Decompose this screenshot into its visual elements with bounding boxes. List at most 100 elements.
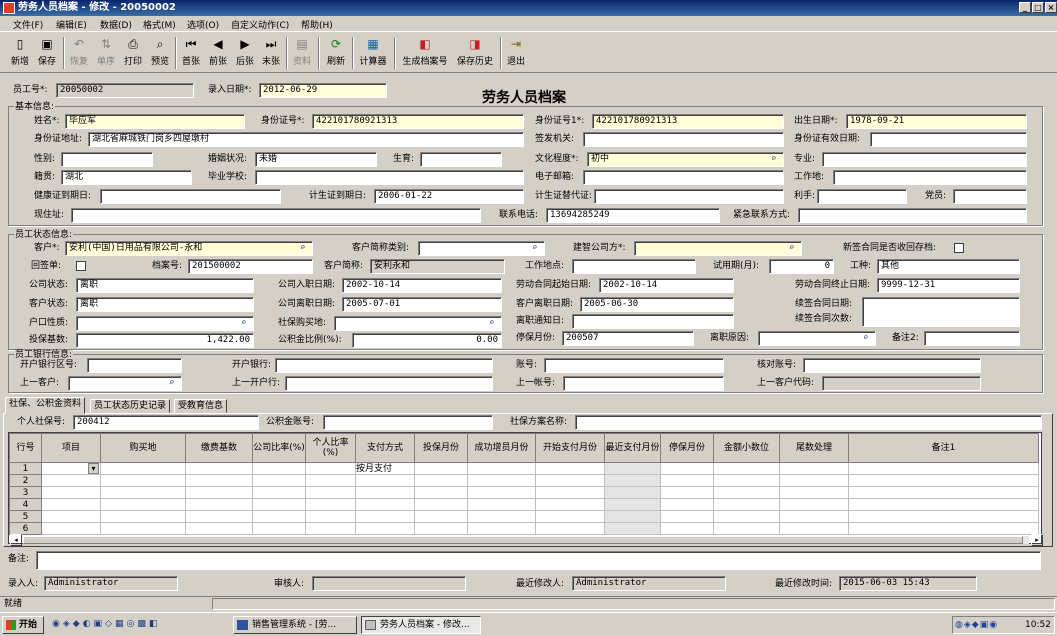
table-cell[interactable] xyxy=(535,522,605,535)
table-cell[interactable] xyxy=(355,498,415,511)
table-cell[interactable] xyxy=(100,486,186,499)
col-header[interactable]: 最近支付月份 xyxy=(604,433,661,463)
table-cell[interactable] xyxy=(185,462,253,475)
table-row[interactable]: 4 xyxy=(9,498,1039,511)
base-field[interactable]: 1,422.00 xyxy=(76,333,254,348)
remark2-field[interactable] xyxy=(924,331,1020,346)
col-header[interactable]: 公司比率(%) xyxy=(252,433,306,463)
taskbar-task-labor[interactable]: 劳务人员档案 - 修改... xyxy=(361,616,481,634)
prevacct-field[interactable] xyxy=(563,376,724,391)
table-row[interactable]: 3 xyxy=(9,486,1039,499)
fundno-field[interactable] xyxy=(323,415,493,430)
table-cell[interactable] xyxy=(660,498,714,511)
preview-button[interactable]: ⌕ 预览 xyxy=(148,35,172,71)
table-cell[interactable]: ▾ xyxy=(41,462,101,475)
prev-record-button[interactable]: ◀ 前张 xyxy=(206,35,230,71)
table-cell[interactable] xyxy=(660,510,714,523)
table-cell[interactable] xyxy=(414,522,468,535)
table-cell[interactable] xyxy=(355,474,415,487)
ssno-field[interactable]: 200412 xyxy=(73,415,259,430)
table-cell[interactable] xyxy=(535,498,605,511)
dropdown-arrow-icon[interactable]: ▾ xyxy=(88,463,99,474)
calculator-button[interactable]: ▦ 计算器 xyxy=(356,35,390,71)
undo-button[interactable]: ↶ 恢复 xyxy=(67,35,91,71)
lookup-icon[interactable]: ⌕ xyxy=(863,333,874,344)
table-cell[interactable] xyxy=(604,510,661,523)
table-cell[interactable] xyxy=(848,474,1039,487)
save-history-button[interactable]: ◨ 保存历史 xyxy=(454,35,496,71)
table-cell[interactable] xyxy=(355,522,415,535)
table-row[interactable]: 1 ▾ 按月支付 xyxy=(9,462,1039,475)
table-cell[interactable] xyxy=(779,510,849,523)
name-field[interactable]: 毕应军 xyxy=(65,114,245,129)
table-cell[interactable] xyxy=(185,486,253,499)
workplace-field[interactable] xyxy=(833,170,1027,185)
custleave-field[interactable]: 2005-06-30 xyxy=(580,297,734,312)
table-cell[interactable] xyxy=(414,498,468,511)
new-button[interactable]: ▯ 新增 xyxy=(8,35,32,71)
jobtype-field[interactable]: 其他 xyxy=(877,259,1020,274)
lookup-icon[interactable]: ⌕ xyxy=(300,243,311,254)
entry-date-field[interactable]: 2012-06-29 xyxy=(259,83,387,98)
table-cell[interactable] xyxy=(414,462,468,475)
table-cell[interactable] xyxy=(305,462,356,475)
id-valid-field[interactable] xyxy=(870,132,1027,147)
stopmonth-field[interactable]: 200507 xyxy=(562,331,694,346)
fundratio-field[interactable]: 0.00 xyxy=(352,333,502,348)
table-cell[interactable] xyxy=(305,510,356,523)
table-cell[interactable] xyxy=(305,522,356,535)
grid-scroll-right[interactable]: ▸ xyxy=(1031,534,1043,546)
table-row[interactable]: 5 xyxy=(9,510,1039,523)
table-cell[interactable] xyxy=(848,462,1039,475)
table-cell[interactable] xyxy=(41,510,101,523)
table-cell[interactable] xyxy=(604,522,661,535)
cstate-field[interactable]: 离职 xyxy=(76,278,254,293)
table-cell[interactable] xyxy=(41,522,101,535)
hukou-field[interactable]: ⌕ xyxy=(76,316,254,331)
table-cell[interactable] xyxy=(713,510,780,523)
table-cell[interactable] xyxy=(414,486,468,499)
start-button[interactable]: 开始 xyxy=(2,616,44,634)
exit-button[interactable]: ⇥ 退出 xyxy=(504,35,528,71)
custabbr-field[interactable]: 安利永和 xyxy=(370,259,505,274)
table-cell[interactable] xyxy=(779,474,849,487)
table-cell[interactable] xyxy=(355,510,415,523)
plan-field[interactable] xyxy=(575,415,1042,430)
table-cell[interactable] xyxy=(535,510,605,523)
table-cell[interactable] xyxy=(185,510,253,523)
ssplace-field[interactable]: ⌕ xyxy=(334,316,502,331)
col-header[interactable]: 金额小数位 xyxy=(713,433,780,463)
table-cell[interactable] xyxy=(414,510,468,523)
returnform-checkbox[interactable] xyxy=(76,261,86,271)
table-cell[interactable] xyxy=(252,474,306,487)
table-cell[interactable] xyxy=(100,462,186,475)
probation-field[interactable]: 0 xyxy=(769,259,834,274)
col-header[interactable]: 停保月份 xyxy=(660,433,714,463)
table-cell[interactable] xyxy=(252,462,306,475)
phone-field[interactable]: 13694285249 xyxy=(546,208,720,223)
email-field[interactable] xyxy=(583,170,784,185)
col-header[interactable]: 投保月份 xyxy=(414,433,468,463)
table-cell[interactable]: 按月支付 xyxy=(355,462,415,475)
col-header[interactable]: 备注1 xyxy=(848,433,1039,463)
table-cell[interactable] xyxy=(713,462,780,475)
native-field[interactable]: 湖北 xyxy=(61,170,192,185)
table-cell[interactable] xyxy=(604,462,661,475)
table-cell[interactable] xyxy=(779,522,849,535)
table-cell[interactable] xyxy=(252,498,306,511)
col-header[interactable]: 行号 xyxy=(9,433,42,463)
newcontract-checkbox[interactable] xyxy=(954,243,964,253)
lstart-field[interactable]: 2002-10-14 xyxy=(599,278,734,293)
table-cell[interactable] xyxy=(713,498,780,511)
menu-edit[interactable]: 编辑(E) xyxy=(56,18,87,31)
close-button[interactable]: × xyxy=(1045,2,1057,13)
print-button[interactable]: ⎙ 打印 xyxy=(121,35,145,71)
table-cell[interactable] xyxy=(41,486,101,499)
table-cell[interactable] xyxy=(467,486,536,499)
edu-field[interactable]: 初中 ⌕ xyxy=(587,152,784,167)
table-cell[interactable] xyxy=(848,510,1039,523)
table-cell[interactable] xyxy=(604,474,661,487)
table-cell[interactable] xyxy=(355,486,415,499)
table-cell[interactable] xyxy=(604,486,661,499)
tab-education[interactable]: 受教育信息 xyxy=(174,399,228,413)
